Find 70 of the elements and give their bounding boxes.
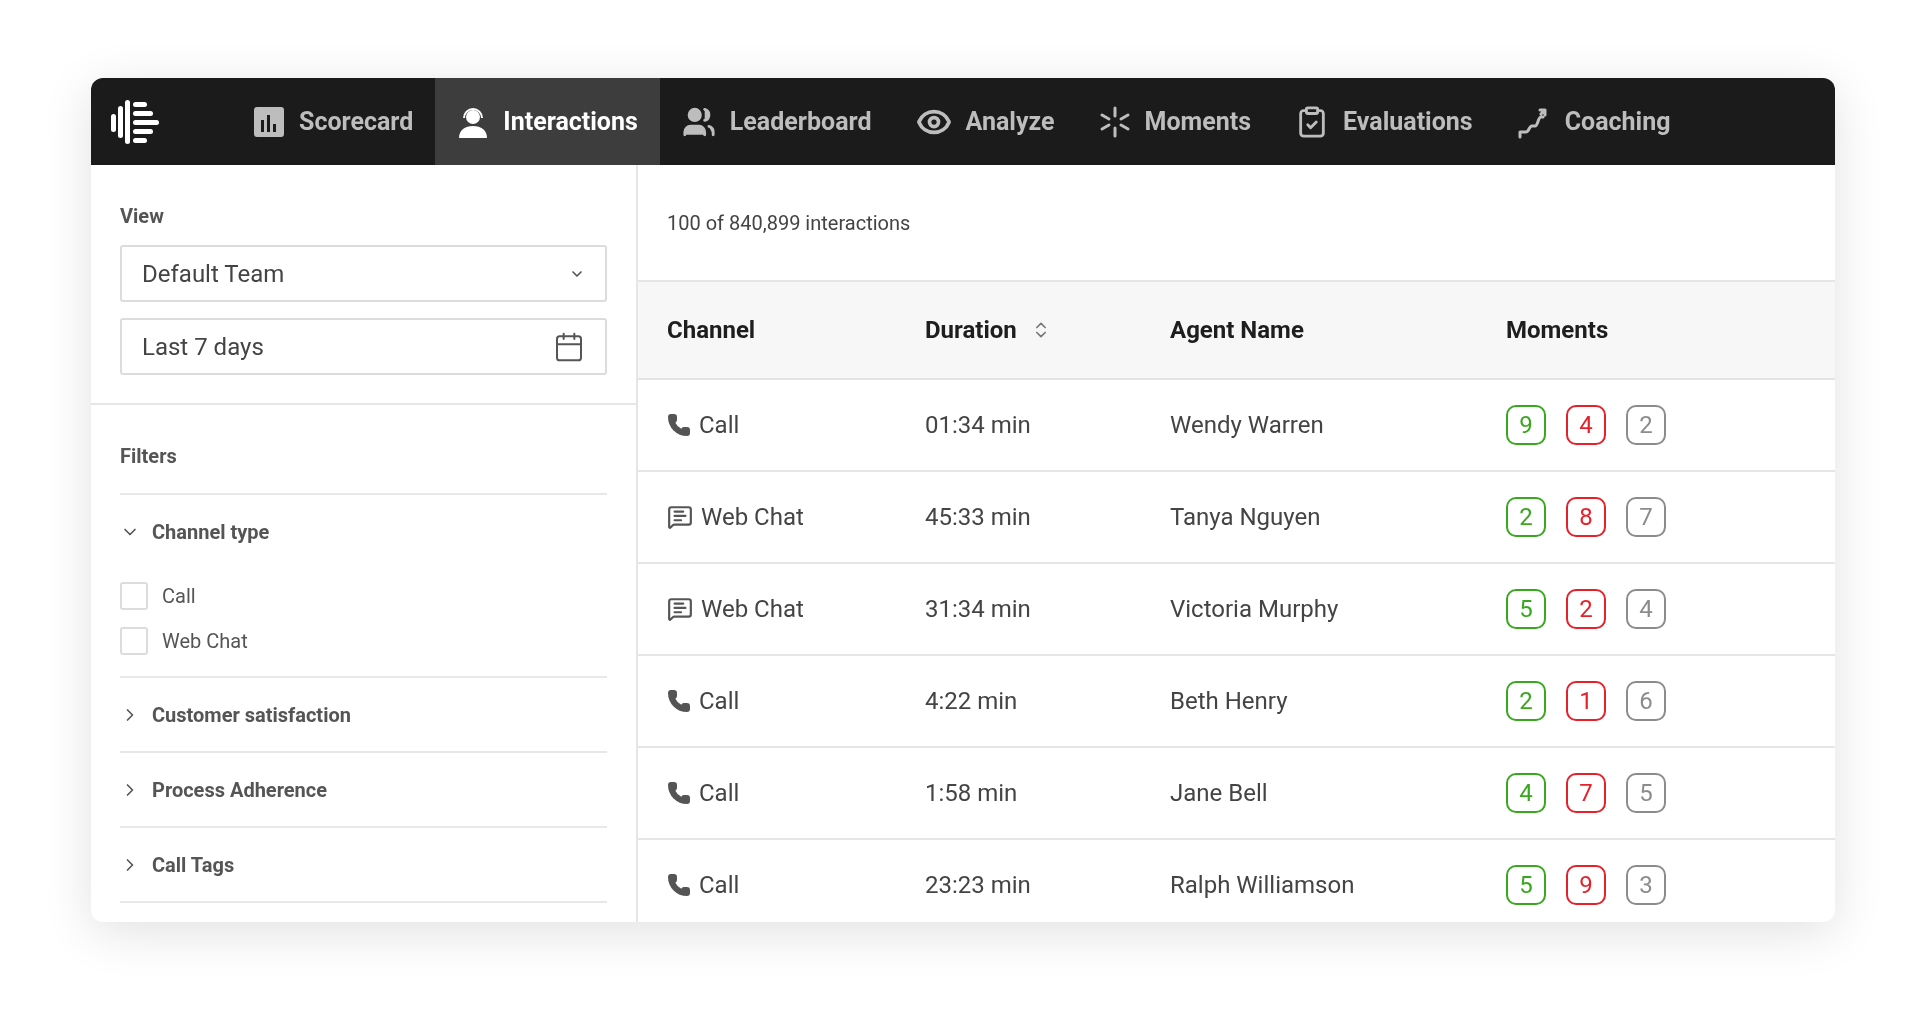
nav-tab[interactable]: Interactions xyxy=(435,78,660,165)
bar-chart-icon xyxy=(253,105,285,138)
agent-name-cell: Ralph Williamson xyxy=(1170,871,1355,899)
chat-icon xyxy=(667,504,693,530)
column-heading: Agent Name xyxy=(1170,315,1305,346)
moment-count-badge: 2 xyxy=(1506,681,1546,721)
moment-count-badge: 5 xyxy=(1506,589,1546,629)
nav-tab[interactable]: Coaching xyxy=(1494,78,1693,165)
duration-cell: 1:58 min xyxy=(925,779,1018,807)
date-field[interactable]: Last 7 days xyxy=(120,318,607,375)
phone-icon xyxy=(667,781,691,805)
moment-count-badge: 4 xyxy=(1626,589,1666,629)
channel-cell-text: Call xyxy=(699,410,740,441)
moment-count-badge: 5 xyxy=(1626,773,1666,813)
filters-label: Filters xyxy=(120,441,607,495)
channel-cell-text: Web Chat xyxy=(701,594,804,625)
moment-count-badge: 3 xyxy=(1626,865,1666,905)
moment-count-badge: 7 xyxy=(1566,773,1606,813)
moment-count-badge: 7 xyxy=(1626,497,1666,537)
nav-tab[interactable]: Moments xyxy=(1076,78,1274,165)
moment-count-badge: 9 xyxy=(1506,405,1546,445)
column-heading: Duration xyxy=(925,312,1170,348)
interaction-count: 100 of 840,899 interactions xyxy=(667,209,911,237)
agent-name-cell: Wendy Warren xyxy=(1170,411,1324,439)
moment-count-badge: 1 xyxy=(1566,681,1606,721)
moment-count-badge: 5 xyxy=(1506,865,1546,905)
filter-group-header[interactable]: Process Adherence xyxy=(120,753,327,826)
checkbox-label: Call xyxy=(162,582,196,610)
channel-cell-text: Call xyxy=(699,686,740,717)
view-label: View xyxy=(120,203,165,230)
moment-count-badge: 4 xyxy=(1566,405,1606,445)
duration-cell: 4:22 min xyxy=(925,687,1018,715)
column-heading: Channel xyxy=(667,315,757,346)
moment-count-badge: 4 xyxy=(1506,773,1546,813)
moment-count-badge: 2 xyxy=(1566,589,1606,629)
moment-count-badge: 2 xyxy=(1626,405,1666,445)
agent-name-cell: Jane Bell xyxy=(1170,779,1268,807)
nav-tab[interactable]: Evaluations xyxy=(1273,78,1495,165)
moment-count-badge: 6 xyxy=(1626,681,1666,721)
duration-cell: 45:33 min xyxy=(925,503,1031,531)
phone-icon xyxy=(667,873,691,897)
filter-group-header[interactable]: Call Tags xyxy=(120,828,235,901)
column-heading: Moments xyxy=(1506,315,1610,346)
checkbox[interactable] xyxy=(120,626,148,655)
duration-cell: 01:34 min xyxy=(925,411,1031,439)
agent-name-cell: Beth Henry xyxy=(1170,687,1288,715)
logo-icon xyxy=(111,99,161,144)
team-select[interactable]: Default Team xyxy=(120,245,607,302)
checkbox[interactable] xyxy=(120,581,148,610)
moment-count-badge: 9 xyxy=(1566,865,1606,905)
moment-count-badge: 2 xyxy=(1506,497,1546,537)
phone-icon xyxy=(667,413,691,437)
sparkle-icon xyxy=(1098,105,1131,138)
agent-name-cell: Victoria Murphy xyxy=(1170,595,1339,623)
calendar-icon xyxy=(553,330,585,363)
checkbox-label: Web Chat xyxy=(162,627,248,655)
duration-cell: 23:23 min xyxy=(925,871,1031,899)
phone-icon xyxy=(667,689,691,713)
nav-tab[interactable]: Analyze xyxy=(893,78,1077,165)
nav-tab[interactable]: Scorecard xyxy=(231,78,436,165)
nav-tab[interactable]: Leaderboard xyxy=(659,78,894,165)
moment-count-badge: 8 xyxy=(1566,497,1606,537)
agent-name-cell: Tanya Nguyen xyxy=(1170,503,1321,531)
channel-cell-text: Call xyxy=(699,778,740,809)
chat-icon xyxy=(667,596,693,622)
channel-cell-text: Call xyxy=(699,870,740,901)
channel-cell-text: Web Chat xyxy=(701,502,804,533)
filter-group-header[interactable]: Channel type xyxy=(120,495,270,568)
filter-group-header[interactable]: Customer satisfaction xyxy=(120,678,351,751)
duration-cell: 31:34 min xyxy=(925,595,1031,623)
